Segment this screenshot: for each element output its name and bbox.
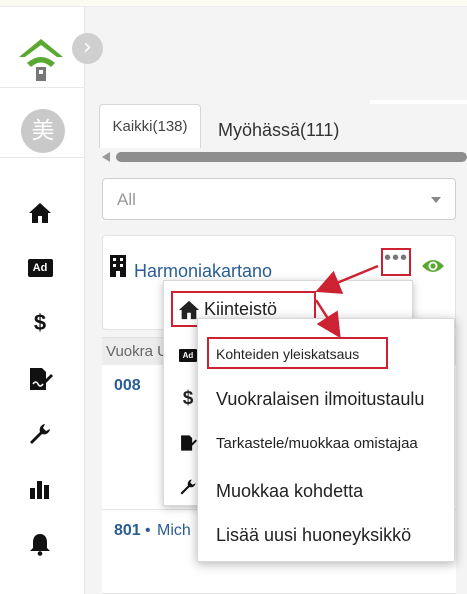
wifi-home-logo-icon [19,39,63,81]
sidebar-divider [0,87,85,88]
sidebar-collapse-button[interactable]: › [72,33,103,64]
menu-item-edit-owner[interactable]: Tarkastele/muokkaa omistajaa [198,431,456,467]
bell-icon[interactable] [26,530,54,558]
chevron-down-icon [431,197,441,203]
header-divider [370,100,467,104]
contract-edit-icon [178,433,198,453]
menu-item-tenant-board[interactable]: Vuokralaisen ilmoitustaulu [198,385,456,425]
top-border [0,0,467,7]
tab-all[interactable]: Kaikki(138) [99,104,201,148]
menu-item-label: Tarkastele/muokkaa omistajaa [216,435,418,452]
menu-item-label: Lisää uusi huoneyksikkö [216,525,412,545]
ad-icon-text: Ad [179,348,197,362]
bar-chart-icon[interactable] [26,475,54,503]
menu-item-label: Vuokralaisen ilmoitustaulu [216,389,425,409]
property-name-link[interactable]: Harmoniakartano [134,261,272,282]
ad-icon: Ad [178,345,198,365]
menu-item-edit-property[interactable]: Muokkaa kohdetta [198,477,456,517]
avatar[interactable]: 美 [21,109,65,153]
logo [14,29,68,81]
home-icon[interactable] [26,199,54,227]
ad-icon[interactable]: Ad [26,254,54,282]
wrench-icon [178,477,198,497]
wrench-icon[interactable] [26,420,54,448]
menu-item-overview[interactable]: Kohteiden yleiskatsaus [207,337,388,369]
table-header-label: Vuokra U [106,343,168,360]
menu-item-property-label: Kiinteistö [204,299,278,319]
filter-select-value: All [117,190,136,209]
sidebar-divider [0,157,85,158]
more-options-button[interactable]: ••• [381,248,411,276]
tab-late[interactable]: Myöhässä(111) [218,108,339,152]
unit-separator: • [145,522,151,539]
menu-item-overview-label: Kohteiden yleiskatsaus [216,346,360,362]
eye-icon[interactable] [421,257,445,275]
dollar-icon[interactable]: $ [26,309,54,337]
property-submenu: Kohteiden yleiskatsaus Vuokralaisen ilmo… [197,318,455,562]
dollar-icon: $ [182,388,194,409]
contract-edit-icon[interactable] [26,365,54,393]
unit-number-link[interactable]: 008 [114,377,141,395]
tenant-name-link[interactable]: Mich [157,522,191,540]
sidebar: 美 Ad $ [0,7,85,594]
horizontal-scrollbar[interactable] [102,150,467,164]
menu-item-label: Muokkaa kohdetta [216,481,364,501]
ad-icon-text: Ad [27,259,53,277]
menu-item-add-unit[interactable]: Lisää uusi huoneyksikkö [198,521,456,561]
scroll-left-arrow-icon[interactable] [102,152,110,162]
scrollbar-thumb[interactable] [116,152,467,162]
unit-number-link[interactable]: 801 [114,522,141,540]
building-icon [108,254,128,278]
filter-select[interactable]: All [102,178,456,220]
